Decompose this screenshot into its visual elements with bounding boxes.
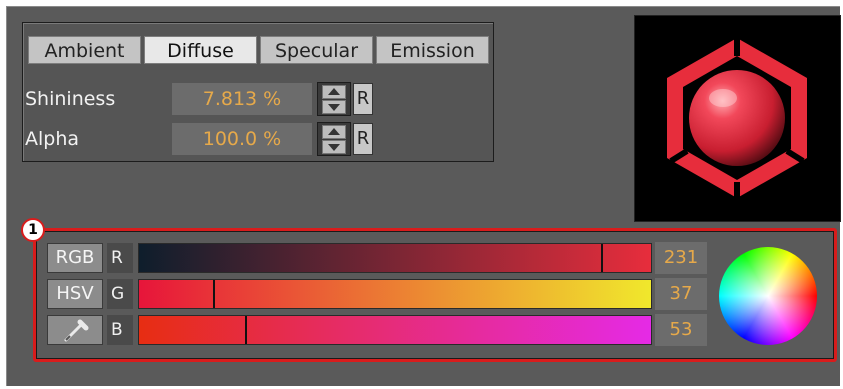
eyedropper-button[interactable] (47, 315, 103, 345)
channel-g-slider[interactable] (138, 279, 652, 309)
channel-g-handle[interactable] (213, 280, 215, 308)
channel-r-slider[interactable] (138, 243, 652, 273)
arrow-down-icon[interactable] (322, 140, 346, 154)
alpha-label: Alpha (25, 128, 80, 150)
shininess-spinner[interactable] (317, 82, 351, 116)
tab-diffuse[interactable]: Diffuse (144, 36, 257, 64)
callout-number: 1 (21, 218, 45, 242)
channel-b-value[interactable]: 53 (655, 314, 707, 346)
shininess-label: Shininess (25, 88, 116, 110)
channel-g-label: G (107, 279, 133, 309)
channel-b-slider[interactable] (138, 315, 652, 345)
rgb-mode-button[interactable]: RGB (47, 243, 103, 273)
channel-r-value[interactable]: 231 (655, 242, 707, 274)
channel-b-label: B (107, 315, 133, 345)
color-wheel[interactable] (719, 247, 817, 345)
material-editor-panel: Ambient Diffuse Specular Emission Shinin… (0, 0, 843, 389)
tab-ambient[interactable]: Ambient (28, 36, 141, 64)
hsv-mode-button[interactable]: HSV (47, 279, 103, 309)
alpha-spinner[interactable] (317, 122, 351, 156)
arrow-up-icon[interactable] (322, 125, 346, 139)
alpha-reset-button[interactable]: R (353, 123, 373, 155)
material-preview (634, 15, 841, 222)
shininess-reset-button[interactable]: R (353, 83, 373, 115)
alpha-value-field[interactable]: 100.0 % (172, 123, 312, 155)
color-editor: RGB HSV R 231 G 37 B 53 (33, 228, 837, 362)
channel-g-value[interactable]: 37 (655, 278, 707, 310)
channel-r-handle[interactable] (601, 244, 603, 272)
tab-emission[interactable]: Emission (376, 36, 489, 64)
channel-b-handle[interactable] (245, 316, 247, 344)
shininess-value-field[interactable]: 7.813 % (172, 83, 312, 115)
arrow-down-icon[interactable] (322, 100, 346, 114)
eyedropper-icon (64, 319, 89, 342)
tab-specular[interactable]: Specular (260, 36, 373, 64)
channel-r-label: R (107, 243, 133, 273)
panel-body: Ambient Diffuse Specular Emission Shinin… (6, 6, 841, 386)
material-properties: Ambient Diffuse Specular Emission Shinin… (22, 22, 494, 162)
arrow-up-icon[interactable] (322, 85, 346, 99)
color-editor-frame: RGB HSV R 231 G 37 B 53 (36, 231, 834, 359)
material-preview-sphere (667, 38, 807, 201)
